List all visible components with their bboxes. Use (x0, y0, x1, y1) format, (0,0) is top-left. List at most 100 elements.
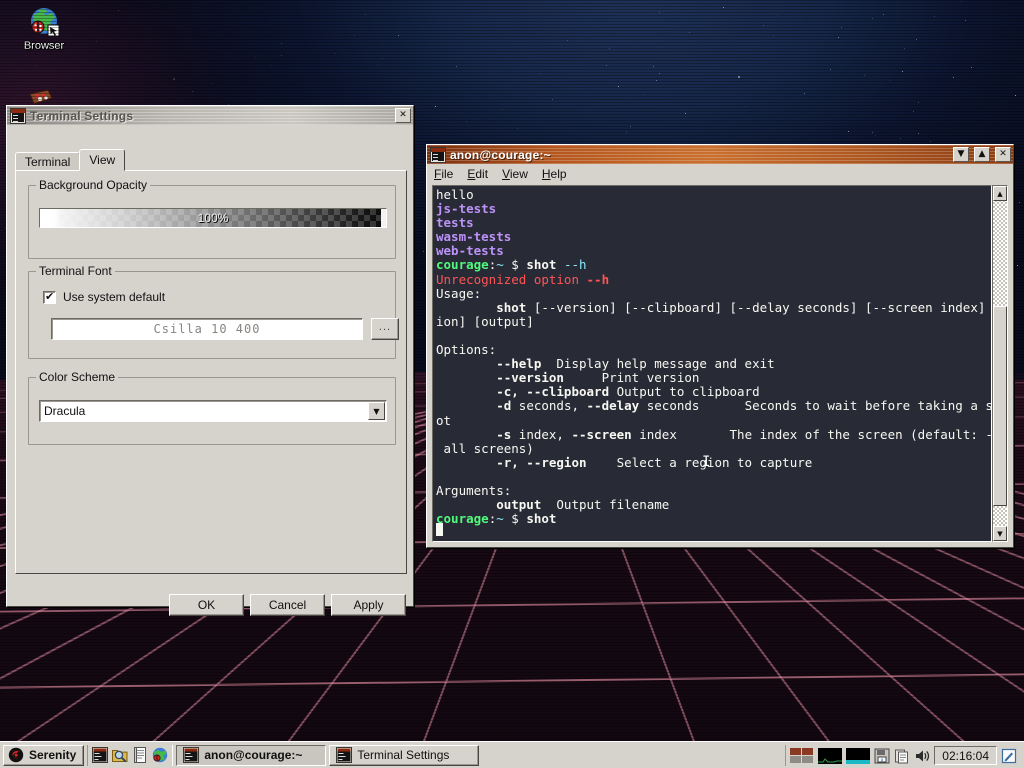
terminal-line: Unrecognized option --h (436, 273, 991, 287)
taskbar-window-label: Terminal Settings (357, 748, 449, 762)
terminal-span: index, (511, 427, 571, 442)
scroll-down-button[interactable]: ▼ (993, 526, 1007, 541)
terminal-span: --help (436, 356, 541, 371)
terminal-span: [--version] [--clipboard] [--delay secon… (526, 300, 992, 315)
tab-view[interactable]: View (79, 149, 125, 171)
star (773, 36, 774, 37)
keyboard-layout-icon[interactable]: x (874, 748, 890, 764)
star (965, 20, 966, 21)
chevron-down-icon[interactable]: ▼ (368, 402, 385, 420)
star (567, 40, 568, 41)
star (883, 14, 884, 15)
terminal-window[interactable]: anon@courage:~ ▼ ▲ ✕ File Edit View Help… (426, 144, 1014, 548)
color-scheme-combobox[interactable]: Dracula ▼ (39, 400, 387, 422)
menu-help[interactable]: Help (542, 167, 567, 181)
quick-launch-bar[interactable] (87, 745, 173, 766)
settings-body: Terminal View Background Opacity 100% Te… (7, 125, 413, 606)
resource-graph-icon[interactable] (790, 748, 814, 764)
minimize-button[interactable]: ▼ (953, 147, 969, 162)
terminal-line: all screens) (436, 442, 991, 456)
background-opacity-slider[interactable]: 100% (39, 208, 387, 228)
terminal-line: -s index, --screen index The index of th… (436, 428, 991, 442)
close-button[interactable]: ✕ (995, 147, 1011, 162)
desktop-icon-browser[interactable]: Browser (4, 6, 84, 52)
browser-globe-icon[interactable] (152, 747, 168, 763)
text-editor-icon[interactable] (132, 747, 148, 763)
terminal-font-legend: Terminal Font (36, 264, 115, 278)
terminal-line: output Output filename (436, 498, 991, 512)
terminal-line: Arguments: (436, 484, 991, 498)
svg-text:x: x (881, 757, 884, 763)
terminal-screen[interactable]: hellojs-teststestswasm-testsweb-testscou… (432, 185, 992, 542)
terminal-span: shot (526, 257, 556, 272)
terminal-span (556, 257, 564, 272)
terminal-span: js-tests (436, 201, 496, 216)
terminal-span: $ (504, 511, 527, 526)
terminal-span: seconds Seconds to wait before taking a … (639, 398, 992, 413)
ok-button[interactable]: OK (169, 594, 244, 616)
terminal-span: -r, --region (436, 455, 587, 470)
tab-terminal[interactable]: Terminal (15, 152, 80, 171)
file-manager-icon[interactable] (112, 747, 128, 763)
menu-file[interactable]: File (434, 167, 453, 181)
terminal-scrollbar[interactable]: ▲ ▼ (992, 185, 1008, 542)
star (864, 75, 865, 76)
terminal-span: courage (436, 511, 489, 526)
star (902, 71, 903, 72)
use-system-default-checkbox[interactable]: Use system default (43, 290, 165, 304)
background-opacity-value: 100% (40, 211, 386, 225)
network-graph-icon[interactable] (846, 748, 870, 764)
maximize-button[interactable]: ▲ (974, 147, 990, 162)
terminal-span: web-tests (436, 243, 504, 258)
star (777, 15, 778, 16)
terminal-settings-window[interactable]: Terminal Settings ✕ Terminal View Backgr… (6, 105, 414, 607)
opacity-slider-knob[interactable] (381, 209, 386, 227)
terminal-span: Print version (564, 370, 699, 385)
terminal-line: courage:~ $ shot (436, 512, 991, 526)
settings-close-button[interactable]: ✕ (395, 108, 411, 123)
menu-view[interactable]: View (502, 167, 528, 181)
terminal-span: wasm-tests (436, 229, 511, 244)
terminal-span: all screens) (436, 441, 534, 456)
menu-edit[interactable]: Edit (467, 167, 488, 181)
clock[interactable]: 02:16:04 (934, 746, 997, 765)
start-button[interactable]: Serenity (3, 745, 84, 766)
terminal-span: Output filename (541, 497, 669, 512)
star (630, 126, 631, 127)
color-scheme-value: Dracula (40, 404, 85, 418)
star (890, 80, 891, 81)
terminal-span: $ (504, 257, 527, 272)
star (916, 39, 917, 40)
star (723, 7, 724, 8)
taskbar[interactable]: Serenity (0, 741, 1024, 768)
cpu-graph-icon[interactable] (818, 748, 842, 764)
terminal-line (436, 329, 991, 343)
font-browse-button[interactable]: ... (371, 318, 399, 340)
terminal-span: -c, --clipboard (436, 384, 609, 399)
taskbar-window-terminal[interactable]: anon@courage:~ (176, 745, 326, 766)
speaker-icon[interactable] (914, 748, 930, 764)
cancel-button[interactable]: Cancel (250, 594, 325, 616)
terminal-line: ion] [output] (436, 315, 991, 329)
scrollbar-thumb[interactable] (993, 306, 1007, 506)
terminal-span: --version (436, 370, 564, 385)
star (540, 73, 541, 74)
apply-button[interactable]: Apply (331, 594, 406, 616)
taskbar-window-settings[interactable]: Terminal Settings (329, 745, 479, 766)
terminal-icon[interactable] (92, 747, 108, 763)
star (365, 14, 366, 15)
system-tray[interactable]: x 02:16:04 (785, 745, 1021, 766)
star (552, 99, 553, 100)
terminal-span: Select a region to capture (587, 455, 813, 470)
star (838, 37, 839, 38)
settings-titlebar[interactable]: Terminal Settings ✕ (7, 106, 413, 125)
star (971, 67, 972, 68)
scroll-up-button[interactable]: ▲ (993, 186, 1007, 201)
clipboard-icon[interactable] (894, 748, 910, 764)
terminal-titlebar[interactable]: anon@courage:~ ▼ ▲ ✕ (427, 145, 1013, 164)
star (918, 133, 919, 134)
settings-tabstrip[interactable]: Terminal View (15, 150, 124, 171)
serenity-logo-icon (8, 747, 24, 763)
terminal-menubar[interactable]: File Edit View Help (428, 165, 1012, 183)
notepad-icon[interactable] (1001, 748, 1017, 764)
